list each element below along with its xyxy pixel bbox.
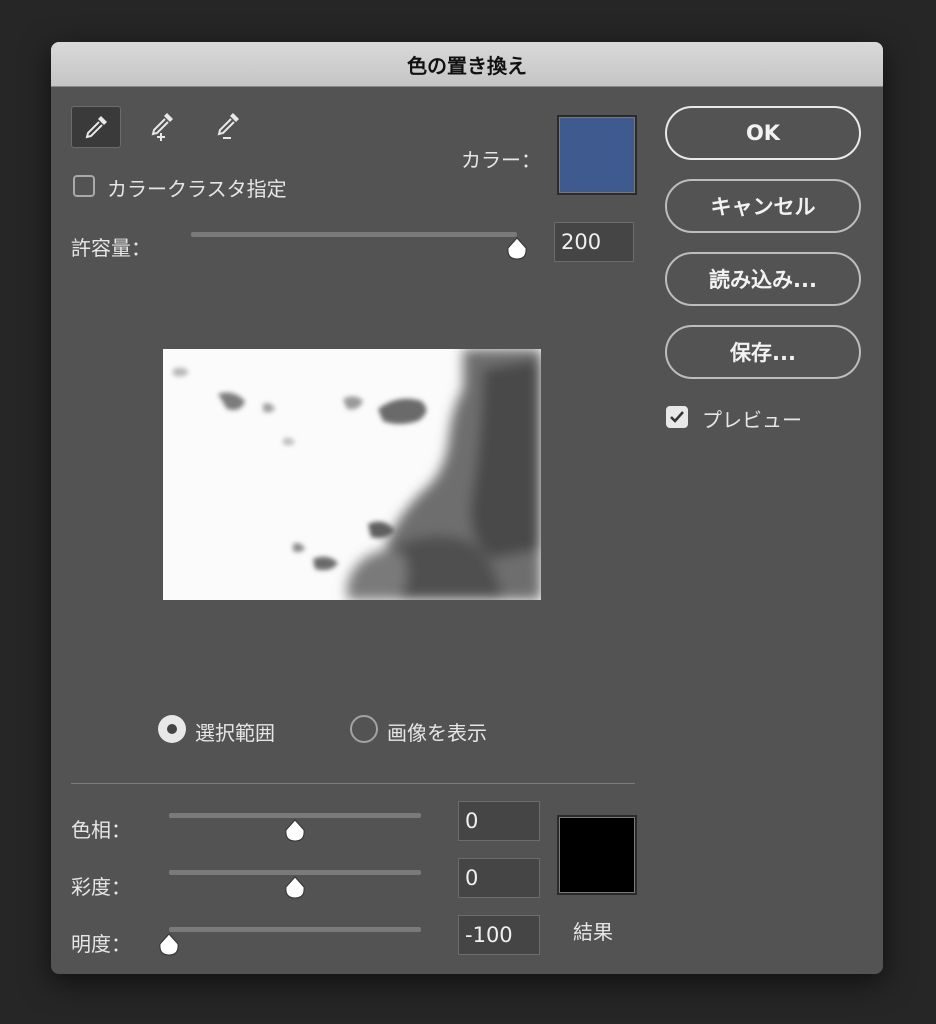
tolerance-label: 許容量： — [71, 236, 151, 260]
saturation-slider-thumb[interactable] — [284, 876, 306, 900]
result-color-swatch[interactable] — [557, 815, 637, 895]
tolerance-value: 200 — [561, 230, 602, 254]
color-label: カラー： — [461, 148, 541, 172]
save-button-label: 保存... — [730, 341, 796, 365]
save-button[interactable]: 保存... — [665, 325, 861, 379]
selection-radio[interactable] — [158, 715, 186, 743]
eyedropper-tool[interactable] — [71, 106, 121, 148]
lightness-value: -100 — [465, 923, 513, 947]
tolerance-slider-thumb[interactable] — [506, 237, 528, 261]
selection-color-swatch[interactable] — [557, 115, 637, 195]
load-button[interactable]: 読み込み... — [665, 252, 861, 306]
color-cluster-label: カラークラスタ指定 — [107, 177, 287, 201]
saturation-slider-track[interactable] — [169, 870, 421, 875]
eyedropper-icon — [85, 116, 107, 139]
ok-button[interactable]: OK — [665, 106, 861, 160]
dialog-title-bar[interactable]: 色の置き換え — [51, 42, 883, 87]
hue-input[interactable]: 0 — [458, 801, 540, 841]
preview-label: プレビュー — [702, 408, 802, 432]
lightness-slider-thumb[interactable] — [158, 933, 180, 957]
cancel-button[interactable]: キャンセル — [665, 179, 861, 233]
color-cluster-checkbox[interactable] — [73, 175, 95, 197]
lightness-slider-track[interactable] — [169, 927, 421, 932]
result-label: 結果 — [573, 920, 613, 944]
eyedropper-subtract-tool[interactable] — [204, 106, 252, 146]
hue-slider-thumb[interactable] — [284, 819, 306, 843]
lightness-input[interactable]: -100 — [458, 915, 540, 955]
hue-slider-track[interactable] — [169, 813, 421, 818]
saturation-input[interactable]: 0 — [458, 858, 540, 898]
load-button-label: 読み込み... — [709, 268, 817, 292]
dialog-title: 色の置き換え — [407, 53, 527, 78]
lightness-label: 明度： — [71, 932, 131, 956]
ok-button-label: OK — [745, 121, 781, 145]
eyedropper-plus-icon — [151, 113, 173, 141]
eyedropper-minus-icon — [217, 113, 239, 139]
hue-label: 色相： — [71, 818, 131, 842]
section-divider — [71, 783, 635, 784]
preview-checkbox[interactable] — [666, 406, 688, 428]
eyedropper-add-tool[interactable] — [138, 106, 186, 146]
tolerance-slider-track[interactable] — [191, 232, 517, 237]
hue-value: 0 — [465, 809, 479, 833]
image-radio-label: 画像を表示 — [387, 721, 487, 745]
image-radio[interactable] — [350, 715, 378, 743]
saturation-value: 0 — [465, 866, 479, 890]
selection-radio-label: 選択範囲 — [195, 721, 275, 745]
tolerance-input[interactable]: 200 — [554, 222, 634, 262]
cloud-mask-graphic — [163, 349, 541, 600]
checkmark-icon — [670, 411, 684, 423]
replace-color-dialog: 色の置き換え カラー： カラークラスタ指定 許容量： 200 選択範囲 画像を表… — [51, 42, 883, 974]
cancel-button-label: キャンセル — [710, 195, 816, 219]
saturation-label: 彩度： — [71, 875, 131, 899]
selection-preview-image[interactable] — [163, 349, 541, 600]
